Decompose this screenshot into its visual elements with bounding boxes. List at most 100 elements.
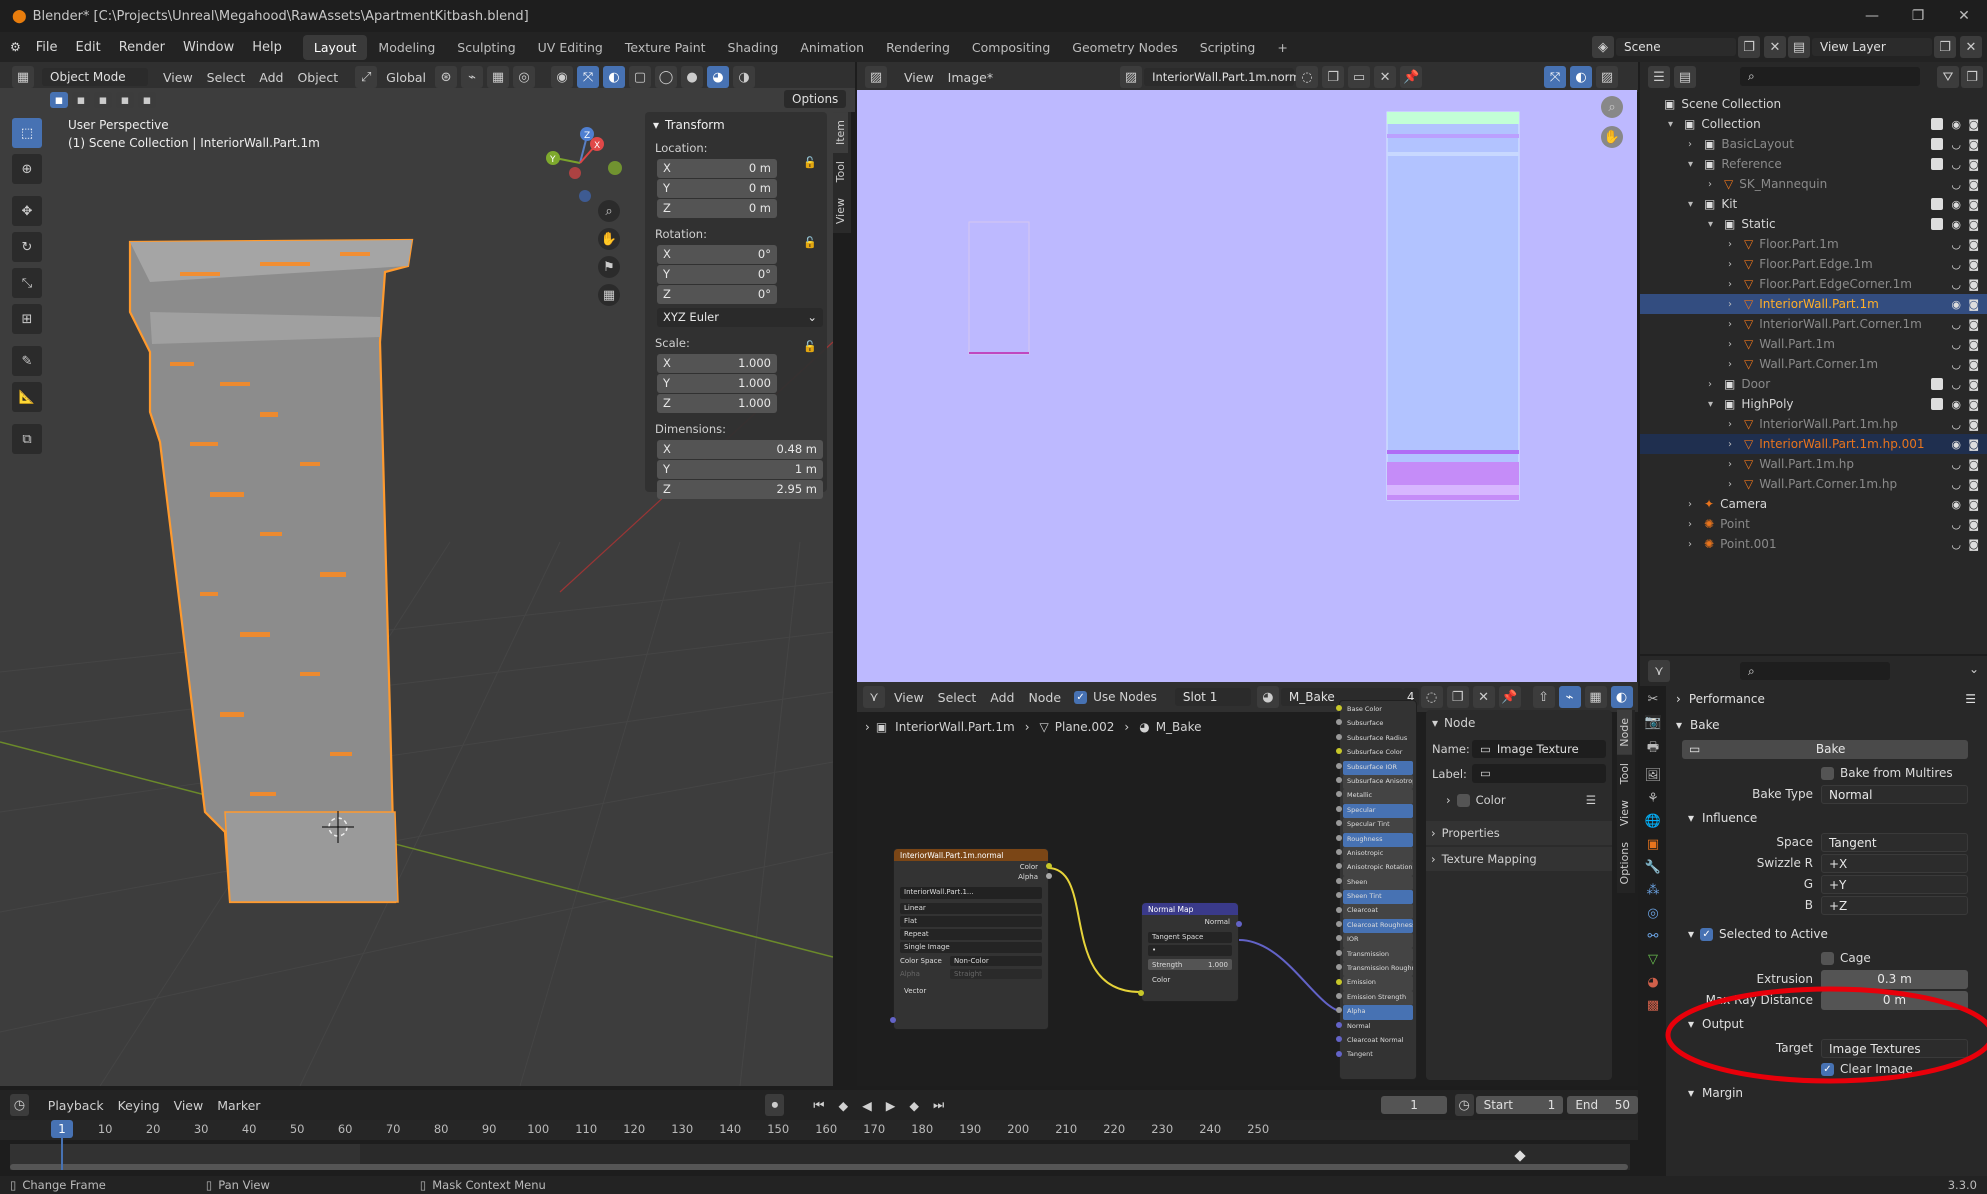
display-mode-icon[interactable]: ▤ [1674, 66, 1696, 88]
image-menu-image[interactable]: Image* [941, 70, 1000, 85]
outliner-row[interactable]: ▾ ▣ Reference ◡ ◙ [1640, 154, 1987, 174]
eye-closed-icon[interactable]: ◡ [1951, 338, 1961, 351]
eye-icon[interactable]: ◉ [1951, 398, 1961, 411]
menu-render[interactable]: Render [110, 40, 174, 55]
material-shading-icon[interactable]: ◕ [707, 66, 730, 88]
render-camera-icon[interactable]: ◙ [1968, 218, 1979, 231]
exclude-checkbox[interactable] [1931, 138, 1943, 150]
viewport-menu-view[interactable]: View [156, 70, 200, 85]
maximize-button[interactable]: ❐ [1895, 0, 1941, 32]
bsdf-input[interactable]: Sheen Tint [1343, 890, 1413, 905]
transform-tool-icon[interactable]: ⊞ [12, 304, 42, 334]
workspace-tab-uv-editing[interactable]: UV Editing [527, 35, 614, 60]
new-view-layer-icon[interactable]: ❐ [1934, 36, 1956, 58]
list-icon[interactable]: ☰ [1965, 692, 1976, 706]
disclosure-arrow-icon[interactable]: › [1708, 179, 1722, 190]
bsdf-input[interactable]: Anisotropic Rotation [1343, 861, 1413, 876]
end-frame-field[interactable]: End 50 [1567, 1096, 1638, 1114]
bsdf-input[interactable]: Emission [1343, 976, 1413, 991]
socket-input[interactable] [1336, 906, 1342, 913]
swizzle-r-dropdown[interactable]: +X [1821, 853, 1968, 873]
camera-view-icon[interactable]: ⚑ [598, 256, 620, 278]
select-intersect-icon[interactable]: ▪ [138, 92, 156, 108]
eye-closed-icon[interactable]: ◡ [1951, 378, 1961, 391]
socket-input[interactable] [1336, 777, 1342, 783]
disclosure-arrow-icon[interactable]: › [1728, 419, 1742, 430]
lock-icon[interactable]: 🔓 [803, 236, 817, 249]
select-subtract-icon[interactable]: ▪ [94, 92, 112, 108]
node-section-header[interactable]: ▾ Node [1432, 716, 1606, 730]
timeline-menu-playback[interactable]: Playback [41, 1098, 111, 1113]
overlay-toggle-icon[interactable]: ◐ [1570, 66, 1593, 88]
bsdf-input[interactable]: Subsurface IOR [1343, 760, 1413, 775]
bsdf-input[interactable]: Anisotropic [1343, 846, 1413, 862]
socket-input[interactable] [1336, 791, 1342, 798]
disclosure-arrow-icon[interactable]: › [1708, 379, 1722, 390]
render-camera-icon[interactable]: ◙ [1968, 198, 1979, 211]
bsdf-input[interactable]: Transmission [1343, 947, 1413, 963]
image-browse-icon[interactable]: ▨ [1120, 66, 1143, 88]
filter-icon[interactable]: ⛛ [1937, 66, 1959, 88]
socket-input[interactable] [1336, 820, 1342, 827]
space-dropdown[interactable]: Tangent [1821, 832, 1968, 852]
socket-normal-out[interactable] [1236, 921, 1242, 927]
playhead[interactable]: 1 [51, 1120, 73, 1138]
workspace-tab-scripting[interactable]: Scripting [1189, 35, 1267, 60]
move-tool-icon[interactable]: ✥ [12, 196, 42, 226]
view-layer-selector[interactable]: ▤ View Layer ❐ ✕ [1786, 36, 1984, 58]
socket-input[interactable] [1336, 892, 1342, 899]
socket-input[interactable] [1336, 964, 1342, 971]
socket-input[interactable] [1336, 705, 1342, 711]
socket-color-out[interactable] [1046, 863, 1052, 869]
rotation-y-field[interactable]: Y 0° [657, 265, 777, 284]
current-frame-field[interactable]: 1 [1381, 1096, 1447, 1114]
outliner-row[interactable]: ▾ ▣ Collection ◉ ◙ [1640, 114, 1987, 134]
texture-mapping-section[interactable]: › Texture Mapping [1426, 847, 1612, 871]
tab-view[interactable]: View [833, 190, 848, 232]
exclude-checkbox[interactable] [1931, 378, 1943, 390]
rendered-shading-icon[interactable]: ◑ [733, 66, 756, 88]
select-extend-icon[interactable]: ▪ [72, 92, 90, 108]
world-tab-icon[interactable]: 🌐 [1645, 814, 1661, 829]
timeline-menu-marker[interactable]: Marker [210, 1098, 267, 1113]
viewport-menu-object[interactable]: Object [290, 70, 345, 85]
color-space-dropdown[interactable]: Non-Color [950, 955, 1042, 966]
image-selector[interactable]: InteriorWall.Part.1... [900, 887, 1042, 899]
snap-target-icon[interactable]: ▦ [487, 66, 510, 88]
render-camera-icon[interactable]: ◙ [1968, 438, 1979, 451]
eye-closed-icon[interactable]: ◡ [1951, 458, 1961, 471]
timeline-menu-view[interactable]: View [167, 1098, 211, 1113]
bsdf-input[interactable]: Tangent [1343, 1048, 1413, 1062]
color-checkbox[interactable] [1456, 793, 1470, 807]
bsdf-input[interactable]: Clearcoat Normal [1343, 1034, 1413, 1048]
delete-view-layer-icon[interactable]: ✕ [1960, 36, 1982, 58]
menu-edit[interactable]: Edit [67, 40, 110, 55]
workspace-tab-modeling[interactable]: Modeling [367, 35, 446, 60]
properties-section[interactable]: › Properties [1426, 821, 1612, 845]
start-frame-field[interactable]: Start 1 [1475, 1096, 1564, 1114]
render-camera-icon[interactable]: ◙ [1968, 158, 1979, 171]
eye-closed-icon[interactable]: ◡ [1951, 278, 1961, 291]
viewport-options-dropdown[interactable]: Options [784, 90, 847, 108]
interpolation-dropdown[interactable]: Linear [900, 903, 1042, 914]
disclosure-arrow-icon[interactable]: › [1688, 499, 1702, 510]
blender-menu-icon[interactable]: ⚙ [10, 40, 21, 54]
transform-panel-header[interactable]: ▾ Transform [653, 118, 821, 132]
disclosure-arrow-icon[interactable]: › [1728, 339, 1742, 350]
disclosure-arrow-icon[interactable]: ▾ [1708, 219, 1722, 230]
eye-icon[interactable]: ◉ [1951, 498, 1961, 511]
properties-options-icon[interactable]: ⌄ [1969, 662, 1979, 676]
eye-closed-icon[interactable]: ◡ [1951, 538, 1961, 551]
snap-icon[interactable]: ⌁ [461, 66, 484, 88]
outliner-row[interactable]: › ▽ Wall.Part.Corner.1m ◡ ◙ [1640, 354, 1987, 374]
socket-vector-in[interactable] [890, 1017, 896, 1023]
socket-input[interactable] [1336, 733, 1342, 740]
tab-item[interactable]: Item [833, 112, 848, 154]
add-workspace-button[interactable]: + [1266, 35, 1298, 60]
render-camera-icon[interactable]: ◙ [1968, 458, 1979, 471]
cage-checkbox[interactable] [1821, 951, 1834, 965]
outliner-row[interactable]: › ▽ Wall.Part.1m ◡ ◙ [1640, 334, 1987, 354]
outliner-row[interactable]: ▾ ▣ Static ◉ ◙ [1640, 214, 1987, 234]
modifier-tab-icon[interactable]: 🔧 [1645, 860, 1661, 875]
bsdf-input[interactable]: Roughness [1343, 832, 1413, 847]
